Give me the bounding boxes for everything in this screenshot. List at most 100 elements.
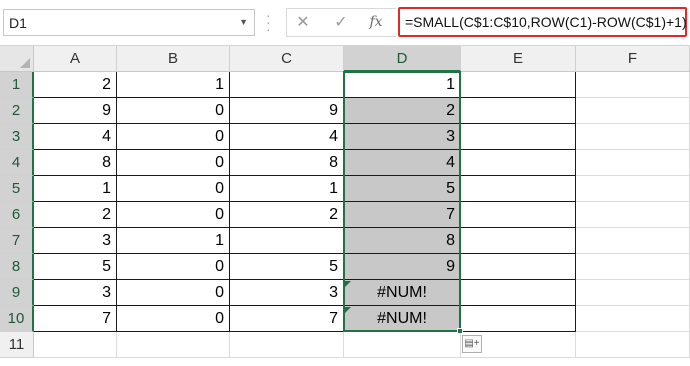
row-header-9[interactable]: 9: [0, 280, 34, 306]
cell-f2[interactable]: [576, 98, 690, 124]
row-header-10[interactable]: 10: [0, 306, 34, 332]
cell-a1[interactable]: 2: [34, 72, 117, 98]
cell-f4[interactable]: [576, 150, 690, 176]
cell-c2[interactable]: 9: [230, 98, 344, 124]
cell-e6[interactable]: [461, 202, 576, 228]
cell-b10[interactable]: 0: [117, 306, 230, 332]
quick-analysis-icon[interactable]: ▤+: [462, 335, 482, 353]
cell-d1[interactable]: 1: [344, 72, 461, 98]
formula-bar: D1 ▼ · · · ✕ ✓ fx =SMALL(C$1:C$10,ROW(C1)-…: [0, 0, 690, 46]
enter-icon[interactable]: ✓: [326, 9, 356, 36]
name-box-value: D1: [9, 15, 27, 31]
cell-e10[interactable]: [461, 306, 576, 332]
row-header-4[interactable]: 4: [0, 150, 34, 176]
cell-b5[interactable]: 0: [117, 176, 230, 202]
formula-bar-grip-icon: · · ·: [266, 7, 271, 37]
cell-b8[interactable]: 0: [117, 254, 230, 280]
row-header-8[interactable]: 8: [0, 254, 34, 280]
column-header-c[interactable]: C: [230, 46, 344, 72]
cell-a8[interactable]: 5: [34, 254, 117, 280]
cell-a10[interactable]: 7: [34, 306, 117, 332]
cell-e7[interactable]: [461, 228, 576, 254]
cell-a7[interactable]: 3: [34, 228, 117, 254]
insert-function-icon[interactable]: fx: [361, 9, 391, 36]
cell-f3[interactable]: [576, 124, 690, 150]
cell-d7[interactable]: 8: [344, 228, 461, 254]
cell-a3[interactable]: 4: [34, 124, 117, 150]
row-header-1[interactable]: 1: [0, 72, 34, 98]
cell-value: #NUM!: [377, 284, 427, 301]
cell-f6[interactable]: [576, 202, 690, 228]
cell-b6[interactable]: 0: [117, 202, 230, 228]
cell-c7[interactable]: [230, 228, 344, 254]
cell-d5[interactable]: 5: [344, 176, 461, 202]
cell-f8[interactable]: [576, 254, 690, 280]
cell-a6[interactable]: 2: [34, 202, 117, 228]
cell-d3[interactable]: 3: [344, 124, 461, 150]
cell-b11[interactable]: [117, 332, 230, 358]
cell-f10[interactable]: [576, 306, 690, 332]
column-header-a[interactable]: A: [34, 46, 117, 72]
row-header-11[interactable]: 11: [0, 332, 34, 358]
cell-f5[interactable]: [576, 176, 690, 202]
cell-f9[interactable]: [576, 280, 690, 306]
cell-b9[interactable]: 0: [117, 280, 230, 306]
cell-value: #NUM!: [377, 310, 427, 327]
select-all-triangle-icon: [20, 58, 30, 68]
row-header-3[interactable]: 3: [0, 124, 34, 150]
cell-e9[interactable]: [461, 280, 576, 306]
row-header-6[interactable]: 6: [0, 202, 34, 228]
cell-e3[interactable]: [461, 124, 576, 150]
cell-d8[interactable]: 9: [344, 254, 461, 280]
row-header-2[interactable]: 2: [0, 98, 34, 124]
cell-c6[interactable]: 2: [230, 202, 344, 228]
cell-c1[interactable]: [230, 72, 344, 98]
name-box[interactable]: D1 ▼: [3, 9, 255, 36]
column-header-e[interactable]: E: [461, 46, 576, 72]
cell-d10[interactable]: #NUM!: [344, 306, 461, 332]
error-indicator-icon: [345, 281, 351, 287]
column-header-d[interactable]: D: [344, 46, 461, 72]
error-indicator-icon: [345, 307, 351, 313]
row-header-7[interactable]: 7: [0, 228, 34, 254]
cell-d9[interactable]: #NUM!: [344, 280, 461, 306]
cell-f7[interactable]: [576, 228, 690, 254]
cell-d6[interactable]: 7: [344, 202, 461, 228]
cell-d11[interactable]: [344, 332, 461, 358]
cell-a5[interactable]: 1: [34, 176, 117, 202]
cell-a4[interactable]: 8: [34, 150, 117, 176]
chevron-down-icon[interactable]: ▼: [239, 17, 248, 27]
fill-handle[interactable]: [457, 328, 463, 334]
cell-a9[interactable]: 3: [34, 280, 117, 306]
column-header-b[interactable]: B: [117, 46, 230, 72]
cell-a11[interactable]: [34, 332, 117, 358]
cell-c5[interactable]: 1: [230, 176, 344, 202]
cell-d2[interactable]: 2: [344, 98, 461, 124]
cell-f1[interactable]: [576, 72, 690, 98]
cell-a2[interactable]: 9: [34, 98, 117, 124]
cell-f11[interactable]: [576, 332, 690, 358]
cell-c9[interactable]: 3: [230, 280, 344, 306]
cell-c4[interactable]: 8: [230, 150, 344, 176]
cell-b4[interactable]: 0: [117, 150, 230, 176]
cell-c3[interactable]: 4: [230, 124, 344, 150]
cell-c8[interactable]: 5: [230, 254, 344, 280]
cell-b2[interactable]: 0: [117, 98, 230, 124]
cell-e5[interactable]: [461, 176, 576, 202]
cell-b3[interactable]: 0: [117, 124, 230, 150]
column-header-f[interactable]: F: [576, 46, 690, 72]
cancel-icon[interactable]: ✕: [288, 9, 318, 36]
formula-input[interactable]: =SMALL(C$1:C$10,ROW(C1)-ROW(C$1)+1): [398, 7, 687, 37]
row-header-5[interactable]: 5: [0, 176, 34, 202]
cell-e8[interactable]: [461, 254, 576, 280]
cell-e2[interactable]: [461, 98, 576, 124]
cell-d4[interactable]: 4: [344, 150, 461, 176]
cell-e4[interactable]: [461, 150, 576, 176]
cell-c10[interactable]: 7: [230, 306, 344, 332]
cell-b7[interactable]: 1: [117, 228, 230, 254]
cell-c11[interactable]: [230, 332, 344, 358]
select-all-button[interactable]: [0, 46, 34, 72]
cell-b1[interactable]: 1: [117, 72, 230, 98]
spreadsheet-grid: ABCDEF 1 2 3 4 5 6 7 8 9 10 11 2119092404380841015…: [0, 46, 690, 366]
cell-e1[interactable]: [461, 72, 576, 98]
